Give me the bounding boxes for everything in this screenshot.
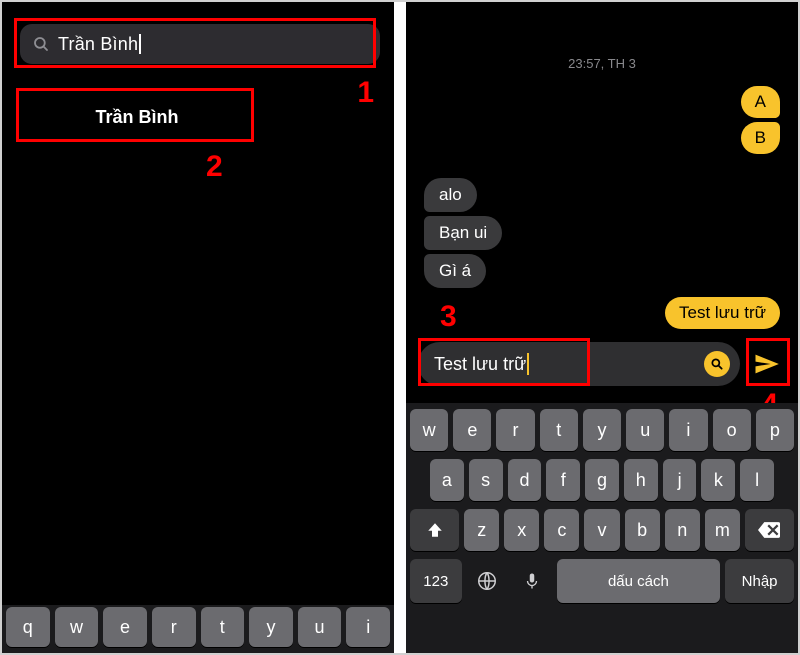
right-screenshot: 23:57, TH 3 A B alo Bạn ui Gì á Test lưu… (406, 2, 798, 653)
key-d[interactable]: d (508, 459, 542, 501)
key-e[interactable]: e (103, 607, 147, 647)
sent-message[interactable]: Test lưu trữ (665, 297, 780, 329)
key-x[interactable]: x (504, 509, 539, 551)
key-t[interactable]: t (201, 607, 245, 647)
received-message[interactable]: alo (424, 178, 477, 212)
key-b[interactable]: b (625, 509, 660, 551)
received-message-group: alo Bạn ui Gì á (424, 178, 502, 288)
key-r[interactable]: r (496, 409, 534, 451)
sent-message[interactable]: A (741, 86, 780, 118)
search-input[interactable]: Trần Bình (20, 24, 380, 64)
key-k[interactable]: k (701, 459, 735, 501)
keyboard-fragment: q w e r t y u i (2, 605, 394, 653)
annotation-number-3: 3 (440, 300, 457, 334)
key-r[interactable]: r (152, 607, 196, 647)
search-result-item[interactable]: Trần Bình (20, 92, 254, 142)
key-h[interactable]: h (624, 459, 658, 501)
key-w[interactable]: w (55, 607, 99, 647)
message-input-value: Test lưu trữ (434, 354, 526, 375)
key-m[interactable]: m (705, 509, 740, 551)
key-i[interactable]: i (669, 409, 707, 451)
return-key[interactable]: Nhập (725, 559, 794, 603)
annotation-number-2: 2 (206, 150, 223, 184)
search-result-label: Trần Bình (95, 107, 178, 128)
key-u[interactable]: u (298, 607, 342, 647)
received-message[interactable]: Bạn ui (424, 216, 502, 250)
key-i[interactable]: i (346, 607, 390, 647)
panel-divider (394, 2, 406, 653)
backspace-key[interactable] (745, 509, 794, 551)
received-message[interactable]: Gì á (424, 254, 486, 288)
message-input[interactable]: Test lưu trữ (418, 342, 740, 386)
key-q[interactable]: q (6, 607, 50, 647)
annotation-number-1: 1 (357, 76, 374, 110)
key-v[interactable]: v (584, 509, 619, 551)
key-t[interactable]: t (540, 409, 578, 451)
key-g[interactable]: g (585, 459, 619, 501)
key-j[interactable]: j (663, 459, 697, 501)
key-o[interactable]: o (713, 409, 751, 451)
left-screenshot: Trần Bình Trần Bình 1 2 q w e r t y u i (2, 2, 394, 653)
key-s[interactable]: s (469, 459, 503, 501)
key-u[interactable]: u (626, 409, 664, 451)
conversation-timestamp: 23:57, TH 3 (406, 56, 798, 71)
key-l[interactable]: l (740, 459, 774, 501)
emoji-search-button[interactable] (704, 351, 730, 377)
dictation-key[interactable] (512, 559, 552, 603)
key-y[interactable]: y (583, 409, 621, 451)
key-p[interactable]: p (756, 409, 794, 451)
numbers-key[interactable]: 123 (410, 559, 462, 603)
sent-message-group: A B (741, 86, 780, 154)
text-caret (527, 353, 529, 375)
key-y[interactable]: y (249, 607, 293, 647)
key-e[interactable]: e (453, 409, 491, 451)
search-value: Trần Bình (58, 34, 138, 55)
space-key[interactable]: dấu cách (557, 559, 721, 603)
keyboard: w e r t y u i o p a s d f g h j k l z x (406, 403, 798, 653)
sent-message[interactable]: B (741, 122, 780, 154)
key-z[interactable]: z (464, 509, 499, 551)
key-w[interactable]: w (410, 409, 448, 451)
key-a[interactable]: a (430, 459, 464, 501)
send-button[interactable] (746, 342, 786, 386)
sent-message-group: Test lưu trữ (665, 297, 780, 329)
globe-key[interactable] (467, 559, 507, 603)
key-f[interactable]: f (546, 459, 580, 501)
key-c[interactable]: c (544, 509, 579, 551)
search-icon (32, 35, 50, 53)
text-caret (139, 34, 141, 54)
key-n[interactable]: n (665, 509, 700, 551)
shift-key[interactable] (410, 509, 459, 551)
